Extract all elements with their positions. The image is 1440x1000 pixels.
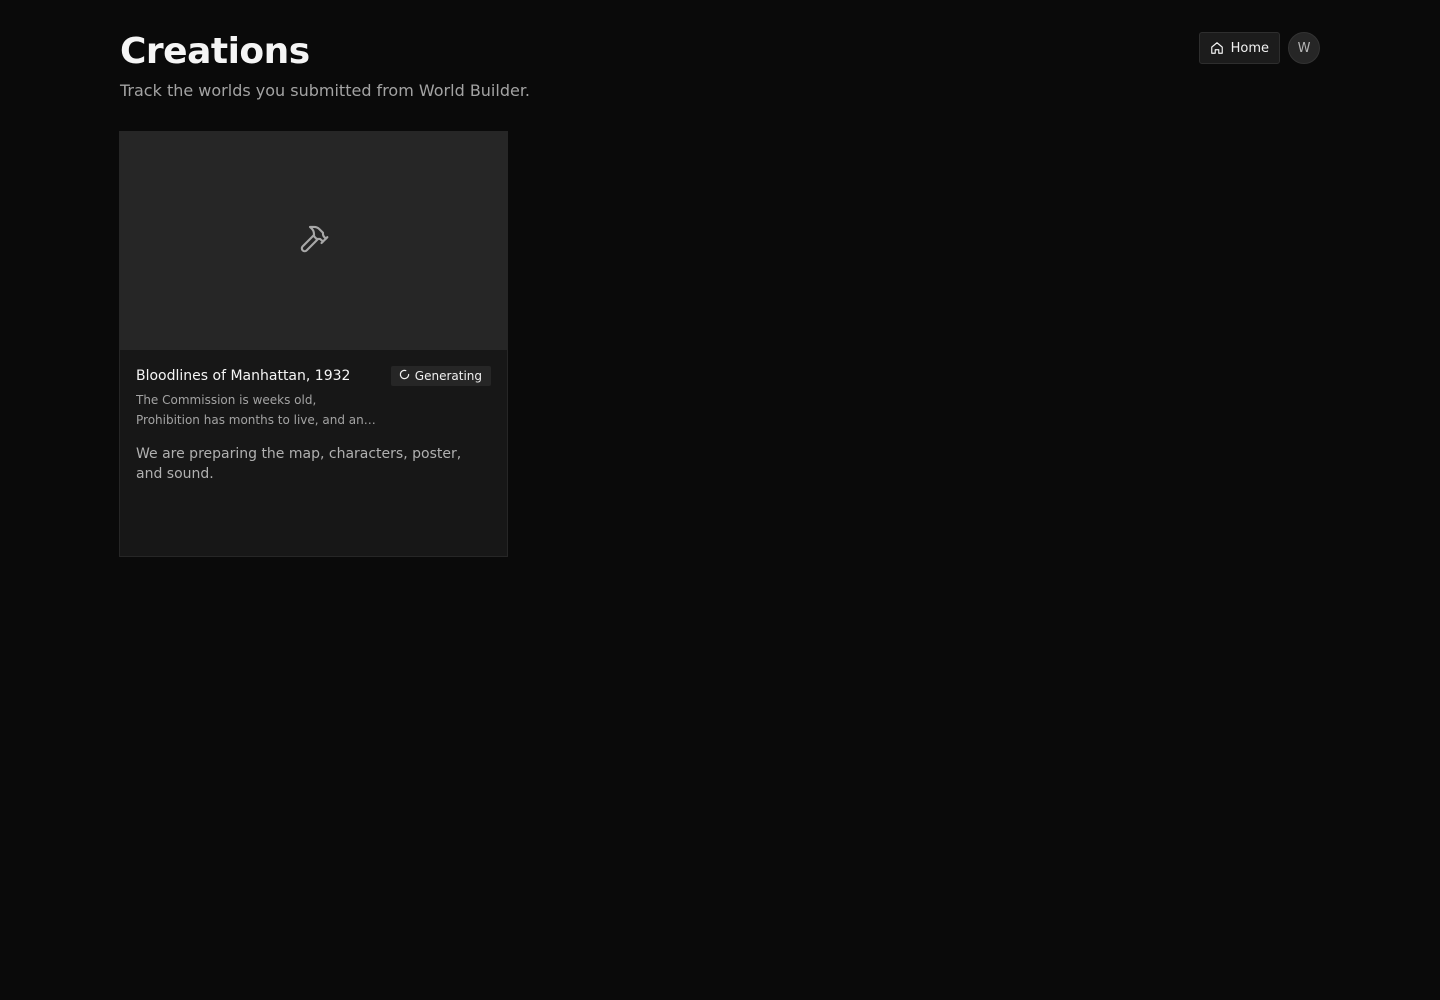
- creation-description: The Commission is weeks old, Prohibition…: [136, 393, 364, 427]
- home-button-label: Home: [1230, 40, 1269, 56]
- creation-card[interactable]: Bloodlines of Manhattan, 1932 Generating…: [119, 131, 508, 557]
- top-nav: Home W: [1198, 32, 1320, 64]
- home-icon: [1210, 41, 1224, 55]
- creations-page: Creations Track the worlds you submitted…: [0, 0, 1440, 1000]
- creation-card-body: Bloodlines of Manhattan, 1932 Generating…: [120, 350, 507, 484]
- creation-thumbnail: [120, 132, 507, 350]
- page-subtitle: Track the worlds you submitted from Worl…: [120, 81, 531, 100]
- page-title: Creations: [120, 31, 310, 72]
- status-badge: Generating: [390, 366, 491, 386]
- creation-card-header: Bloodlines of Manhattan, 1932 Generating: [136, 366, 491, 386]
- hammer-icon: [298, 223, 330, 259]
- creation-status-message: We are preparing the map, characters, po…: [136, 446, 462, 482]
- home-button[interactable]: Home: [1198, 32, 1280, 64]
- status-badge-label: Generating: [414, 369, 482, 383]
- spinner-icon: [399, 369, 410, 383]
- user-avatar[interactable]: W: [1288, 32, 1320, 64]
- creation-title: Bloodlines of Manhattan, 1932: [136, 368, 351, 384]
- avatar-initial: W: [1297, 40, 1311, 56]
- page-header: Creations Track the worlds you submitted…: [120, 30, 530, 102]
